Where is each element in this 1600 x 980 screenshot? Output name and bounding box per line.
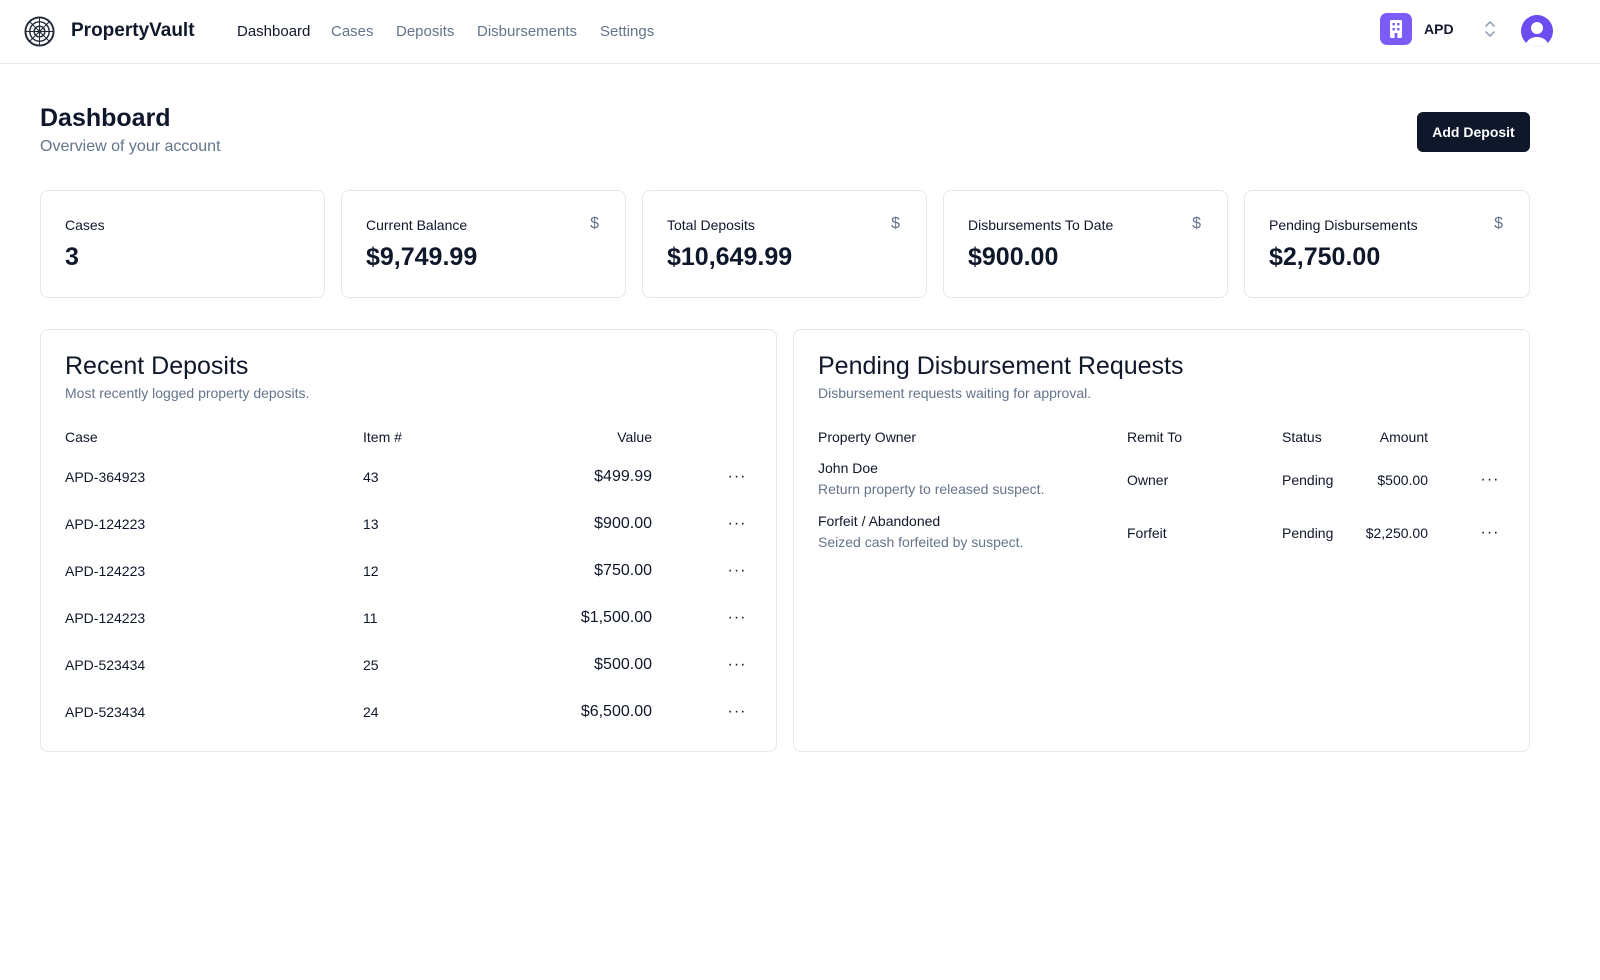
deposit-case[interactable]: APD-124223 <box>65 516 145 532</box>
app-logo-icon[interactable] <box>24 16 55 47</box>
more-actions-icon[interactable]: ··· <box>727 655 747 675</box>
stat-label: Pending Disbursements <box>1269 217 1418 233</box>
deposit-case[interactable]: APD-124223 <box>65 563 145 579</box>
more-actions-icon[interactable]: ··· <box>1480 470 1500 490</box>
column-header-case[interactable]: Case <box>65 429 98 445</box>
pending-disbursements-panel: Pending Disbursement Requests Disburseme… <box>793 329 1530 752</box>
deposit-value: $1,500.00 <box>580 609 652 626</box>
stat-card-disbursements-to-date: Disbursements To Date $ $900.00 <box>943 190 1228 298</box>
deposit-item: 12 <box>363 563 379 579</box>
deposit-case[interactable]: APD-364923 <box>65 469 145 485</box>
nav-disbursements[interactable]: Disbursements <box>477 23 577 40</box>
more-actions-icon[interactable]: ··· <box>727 608 747 628</box>
recent-deposits-panel: Recent Deposits Most recently logged pro… <box>40 329 777 752</box>
column-header-remit-to[interactable]: Remit To <box>1127 429 1182 445</box>
dollar-icon: $ <box>1494 215 1503 232</box>
stat-card-total-deposits: Total Deposits $ $10,649.99 <box>642 190 927 298</box>
recent-deposits-subtitle: Most recently logged property deposits. <box>65 385 310 401</box>
deposit-item: 13 <box>363 516 379 532</box>
more-actions-icon[interactable]: ··· <box>1480 523 1500 543</box>
column-header-amount[interactable]: Amount <box>1380 429 1428 445</box>
app-brand-name[interactable]: PropertyVault <box>71 20 195 42</box>
stat-label: Total Deposits <box>667 217 755 233</box>
request-note: Return property to released suspect. <box>818 481 1045 497</box>
stat-card-current-balance: Current Balance $ $9,749.99 <box>341 190 626 298</box>
pending-disbursements-subtitle: Disbursement requests waiting for approv… <box>818 385 1092 401</box>
chevrons-up-down-icon[interactable] <box>1483 18 1497 40</box>
stat-card-pending-disbursements: Pending Disbursements $ $2,750.00 <box>1244 190 1530 298</box>
column-header-value[interactable]: Value <box>617 429 652 445</box>
stat-value: $900.00 <box>968 243 1059 271</box>
add-deposit-button[interactable]: Add Deposit <box>1417 112 1530 152</box>
request-owner[interactable]: Forfeit / Abandoned <box>818 513 940 529</box>
dollar-icon: $ <box>590 215 599 232</box>
column-header-item[interactable]: Item # <box>363 429 402 445</box>
deposit-item: 25 <box>363 657 379 673</box>
stat-value: 3 <box>65 243 79 271</box>
deposit-item: 11 <box>363 610 378 626</box>
request-note: Seized cash forfeited by suspect. <box>818 534 1024 550</box>
column-header-status[interactable]: Status <box>1282 429 1322 445</box>
deposit-case[interactable]: APD-124223 <box>65 610 145 626</box>
more-actions-icon[interactable]: ··· <box>727 561 747 581</box>
nav-dashboard[interactable]: Dashboard <box>237 23 310 40</box>
deposit-value: $499.99 <box>594 468 652 485</box>
stat-value: $10,649.99 <box>667 243 793 271</box>
request-status: Pending <box>1282 525 1334 541</box>
org-switcher-name[interactable]: APD <box>1424 21 1454 37</box>
deposit-value: $750.00 <box>594 562 652 579</box>
stat-label: Disbursements To Date <box>968 217 1114 233</box>
building-icon <box>1390 20 1402 38</box>
dollar-icon: $ <box>891 215 900 232</box>
dollar-icon: $ <box>1192 215 1201 232</box>
deposit-value: $900.00 <box>594 515 652 532</box>
page-title: Dashboard <box>40 104 171 132</box>
stat-label: Current Balance <box>366 217 468 233</box>
pending-disbursements-title: Pending Disbursement Requests <box>818 352 1184 380</box>
deposit-item: 24 <box>363 704 379 720</box>
stat-card-cases: Cases 3 <box>40 190 325 298</box>
request-owner[interactable]: John Doe <box>818 460 878 476</box>
request-remit-to: Forfeit <box>1127 525 1167 541</box>
deposit-value: $6,500.00 <box>580 703 652 720</box>
request-status: Pending <box>1282 472 1334 488</box>
deposit-case[interactable]: APD-523434 <box>65 657 145 673</box>
nav-settings[interactable]: Settings <box>600 23 654 40</box>
org-switcher-building-icon[interactable] <box>1380 13 1412 45</box>
more-actions-icon[interactable]: ··· <box>727 702 747 722</box>
deposit-item: 43 <box>363 469 379 485</box>
request-amount: $2,250.00 <box>1365 525 1428 541</box>
deposit-case[interactable]: APD-523434 <box>65 704 145 720</box>
page-subtitle: Overview of your account <box>40 138 221 155</box>
request-amount: $500.00 <box>1377 472 1428 488</box>
stat-value: $9,749.99 <box>366 243 478 271</box>
top-navigation-bar: PropertyVault Dashboard Cases Deposits D… <box>0 0 1600 64</box>
more-actions-icon[interactable]: ··· <box>727 514 747 534</box>
column-header-property-owner[interactable]: Property Owner <box>818 429 916 445</box>
nav-cases[interactable]: Cases <box>331 23 374 40</box>
more-actions-icon[interactable]: ··· <box>727 467 747 487</box>
stat-value: $2,750.00 <box>1269 243 1381 271</box>
stat-label: Cases <box>65 217 105 233</box>
request-remit-to: Owner <box>1127 472 1169 488</box>
recent-deposits-title: Recent Deposits <box>65 352 249 380</box>
user-avatar-icon[interactable] <box>1521 15 1553 47</box>
deposit-value: $500.00 <box>594 656 652 673</box>
nav-deposits[interactable]: Deposits <box>396 23 454 40</box>
